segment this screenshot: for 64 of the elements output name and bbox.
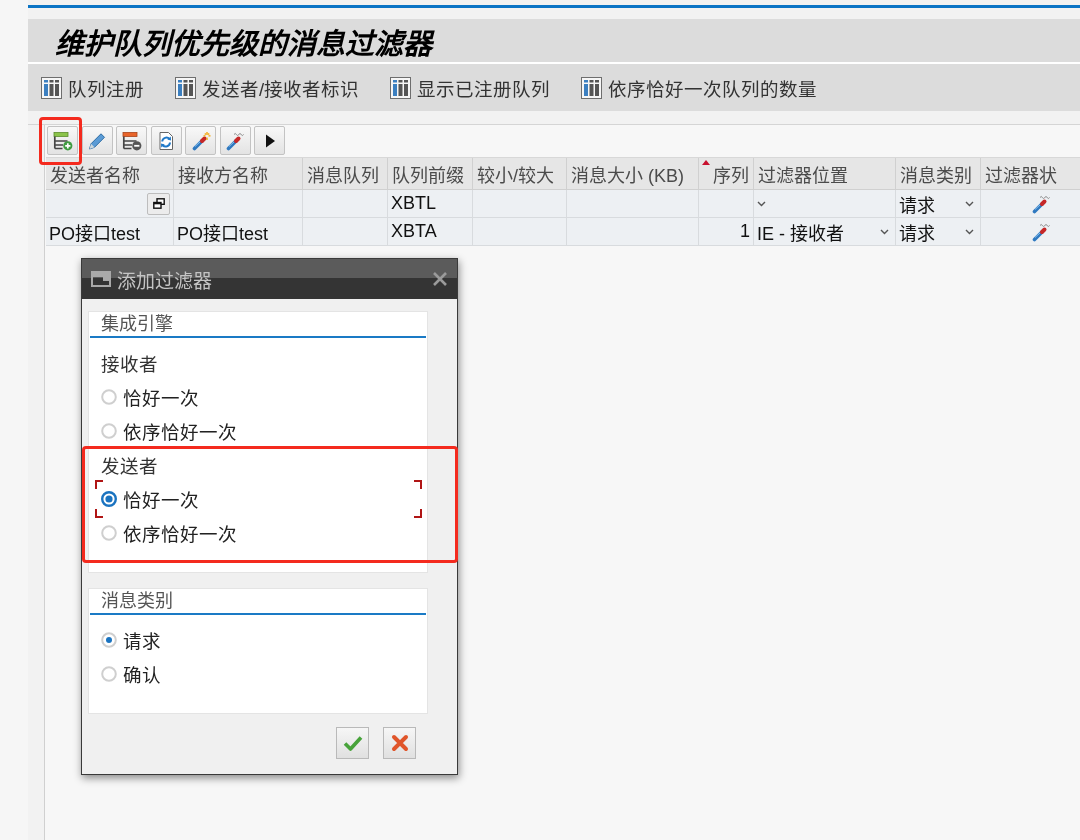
window-icon	[91, 271, 111, 287]
dropdown-field[interactable]: IE - 接收者	[757, 218, 892, 245]
table-cell: 1	[740, 221, 750, 242]
toolbar-button[interactable]	[116, 126, 147, 155]
dropdown-field[interactable]: 请求	[899, 218, 977, 245]
table-row[interactable]: PO接口test PO接口test XBTA 1 IE - 接收者 请求	[46, 218, 1080, 246]
close-icon	[432, 271, 448, 287]
column-header[interactable]: 较小/较大	[473, 158, 567, 189]
columns-icon	[390, 76, 412, 99]
toolbar-button[interactable]	[47, 126, 78, 155]
dropdown-field[interactable]: 请求	[899, 190, 977, 217]
column-header[interactable]: 序列	[699, 158, 754, 189]
toolbar-text-button[interactable]: 显示已注册队列	[390, 74, 551, 101]
column-header[interactable]: 过滤器位置	[754, 158, 896, 189]
table-cell-text: PO接口test	[49, 222, 141, 245]
checkmark-icon	[342, 733, 363, 753]
radio-icon[interactable]	[101, 491, 117, 507]
confirm-button[interactable]	[336, 727, 369, 759]
columns-icon	[581, 76, 603, 99]
cross-icon	[389, 733, 410, 753]
table-cell: XBTL	[391, 193, 437, 214]
radio-option[interactable]: 依序恰好一次	[101, 520, 237, 546]
chevron-down-icon	[757, 200, 766, 207]
refresh-icon	[156, 130, 176, 151]
columns-icon	[175, 76, 196, 99]
group-title: 集成引擎	[101, 313, 173, 336]
table-plus-icon	[52, 130, 73, 151]
toolbar-text-button[interactable]: 依序恰好一次队列的数量	[581, 74, 818, 101]
radio-option[interactable]: 确认	[101, 661, 161, 687]
table-cell-text: PO接口test	[177, 222, 269, 245]
radio-option[interactable]: 恰好一次	[101, 384, 199, 410]
column-header[interactable]: 消息队列	[303, 158, 388, 189]
wand-sparkle-icon	[190, 130, 211, 151]
column-header[interactable]: 发送者名称	[46, 158, 174, 189]
dropper-icon	[1030, 221, 1051, 242]
table-row[interactable]: XBTL 请求	[46, 190, 1080, 218]
toolbar-text-button[interactable]: 发送者/接收者标识	[175, 74, 360, 101]
group-title: 消息类别	[101, 590, 173, 613]
close-button[interactable]	[432, 271, 448, 287]
column-header[interactable]: 接收方名称	[174, 158, 303, 189]
toolbar-text-button[interactable]: 队列注册	[41, 74, 144, 101]
table-cell: XBTA	[391, 221, 437, 242]
radio-option[interactable]: 依序恰好一次	[101, 418, 237, 444]
dropper-icon	[225, 130, 245, 151]
section-label: 发送者	[101, 455, 158, 478]
dialog-title: 添加过滤器	[117, 269, 212, 293]
cancel-button[interactable]	[383, 727, 416, 759]
table-minus-icon	[121, 130, 142, 151]
radio-option[interactable]: 恰好一次	[101, 486, 199, 512]
windows-icon	[152, 198, 165, 209]
columns-icon	[41, 76, 62, 99]
radio-option[interactable]: 请求	[101, 627, 161, 653]
chevron-down-icon	[965, 228, 974, 235]
column-header[interactable]: 过滤器状	[981, 158, 1080, 189]
value-help-button[interactable]	[147, 192, 170, 215]
column-header[interactable]: 消息类别	[896, 158, 981, 189]
pencil-icon	[87, 130, 107, 151]
column-header[interactable]: 队列前缀	[388, 158, 473, 189]
chevron-down-icon	[880, 228, 889, 235]
dropper-icon	[1030, 193, 1051, 214]
section-label: 接收者	[101, 353, 158, 376]
toolbar-button[interactable]	[254, 126, 285, 155]
chevron-down-icon	[965, 200, 974, 207]
column-header[interactable]: 消息大小 (KB)	[567, 158, 699, 189]
